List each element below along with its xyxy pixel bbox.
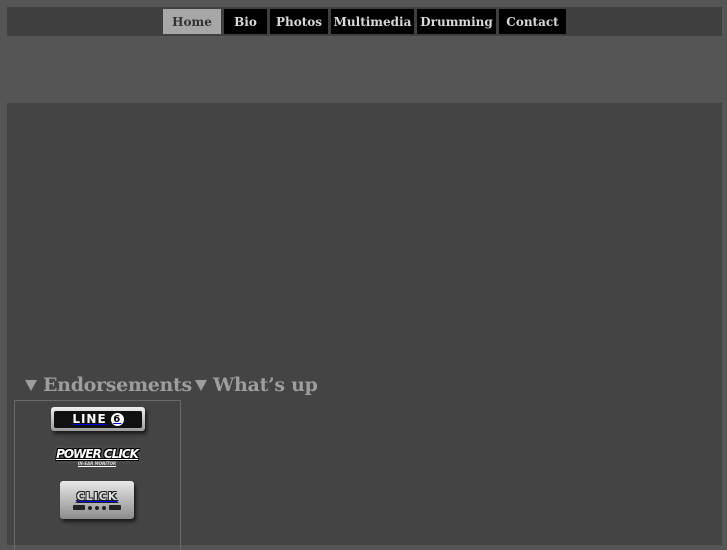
nav-bio[interactable]: Bio <box>224 9 267 34</box>
nav-home[interactable]: Home <box>163 9 221 34</box>
whats-up-heading[interactable]: What’s up <box>195 374 318 396</box>
nav-multimedia[interactable]: Multimedia <box>331 9 414 34</box>
clicka-logo[interactable]: CLICK <box>60 481 134 519</box>
endorsements-title: Endorsements <box>43 374 192 396</box>
line6-logo-mark: LINE 6 <box>54 410 142 428</box>
powerclick-logo-text: POWER CLICK <box>56 446 139 461</box>
line6-logo-text: LINE <box>72 412 107 426</box>
whats-up-title: What’s up <box>213 374 318 396</box>
collapse-triangle-icon <box>25 379 37 391</box>
nav-photos[interactable]: Photos <box>270 9 328 34</box>
endorsements-panel: LINE 6 POWER CLICK IN-EAR MONITOR CLICK <box>14 400 181 550</box>
nav-contact[interactable]: Contact <box>499 9 566 34</box>
line6-logo-digit: 6 <box>110 412 124 426</box>
powerclick-logo[interactable]: POWER CLICK IN-EAR MONITOR <box>55 441 139 471</box>
clicka-device-icon <box>73 505 121 510</box>
line6-logo[interactable]: LINE 6 <box>51 407 145 431</box>
clicka-logo-text: CLICK <box>76 490 118 503</box>
endorsements-heading[interactable]: Endorsements <box>25 374 192 396</box>
powerclick-logo-subtext: IN-EAR MONITOR <box>77 460 117 466</box>
main-nav: Home Bio Photos Multimedia Drumming Cont… <box>163 9 566 34</box>
nav-drumming[interactable]: Drumming <box>417 9 496 34</box>
main-content: Endorsements What’s up LINE 6 POWER CLICK… <box>7 103 722 550</box>
collapse-triangle-icon <box>195 379 207 391</box>
